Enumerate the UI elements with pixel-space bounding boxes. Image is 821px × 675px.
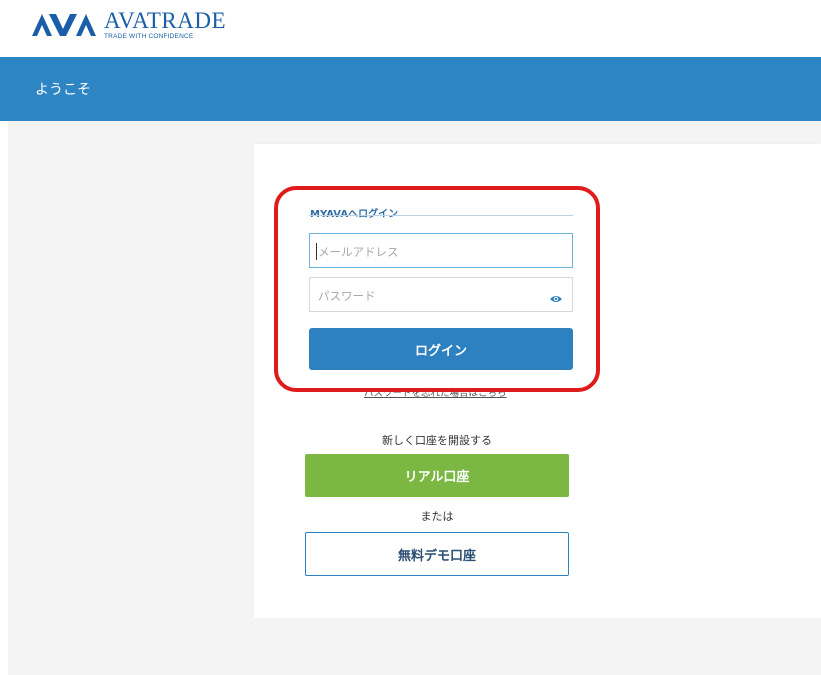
welcome-bar: ようこそ (0, 57, 821, 121)
avatrade-logo[interactable]: AVATRADE TRADE WITH CONFIDENCE (32, 9, 226, 41)
logo-text: AVATRADE TRADE WITH CONFIDENCE (104, 9, 226, 41)
welcome-title: ようこそ (35, 82, 91, 98)
top-header: AVATRADE TRADE WITH CONFIDENCE (0, 0, 821, 57)
real-account-button[interactable]: リアル口座 (305, 454, 569, 497)
open-account-text: 新しく口座を開設する (382, 434, 492, 447)
ava-logo-mark-icon (32, 14, 96, 36)
brand-tagline: TRADE WITH CONFIDENCE (104, 33, 194, 41)
highlight-annotation (274, 186, 600, 392)
or-text: または (420, 510, 454, 523)
demo-account-button[interactable]: 無料デモ口座 (305, 532, 569, 576)
brand-name: AVATRADE (104, 8, 227, 34)
